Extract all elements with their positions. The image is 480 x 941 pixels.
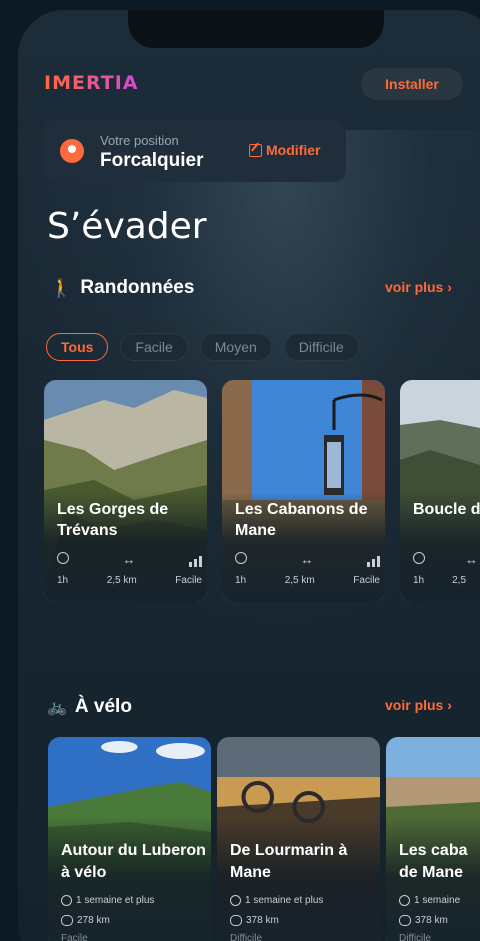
clock-icon <box>57 552 69 564</box>
bike-card-title: De Lourmarin à Mane <box>230 842 348 881</box>
bikes-see-more-link[interactable]: voir plus › <box>385 697 452 713</box>
page-title: S’évader <box>47 206 207 247</box>
bike-distance: 278 km <box>61 915 110 926</box>
hikes-title: Randonnées <box>80 277 195 298</box>
bike-distance-text: 278 km <box>77 915 110 926</box>
bike-difficulty-text: Difficile <box>230 933 263 941</box>
hike-duration: 1h <box>57 575 69 586</box>
bike-duration-text: 1 semaine et plus <box>76 895 155 906</box>
route-icon <box>399 915 411 926</box>
hike-card[interactable]: Boucle d Mane à ↔ 1h 2,5 <box>400 380 480 602</box>
route-icon <box>61 915 73 926</box>
filter-difficile[interactable]: Difficile <box>283 333 359 361</box>
hike-distance: 2,5 km <box>106 575 137 586</box>
difficulty-icon <box>367 552 380 567</box>
hike-card-title: Les Gorges de Trévans <box>57 501 169 539</box>
clock-icon <box>399 895 410 906</box>
bike-duration: 1 semaine <box>399 895 460 906</box>
bike-icon: 🚲 <box>47 699 67 716</box>
location-pin-icon <box>60 139 84 163</box>
hike-card-title: Boucle d Mane à <box>413 501 480 518</box>
bike-card-title: Autour du Luberon à vélo <box>61 842 206 881</box>
hike-card[interactable]: Les Gorges de Trévans ↔ 1h 2,5 km Facile <box>44 380 207 602</box>
clock-icon <box>61 895 72 906</box>
bike-difficulty: Facile <box>61 933 88 941</box>
bike-duration: 1 semaine et plus <box>230 895 323 906</box>
hike-card-icons: ↔ <box>57 552 202 567</box>
clock-icon <box>230 895 241 906</box>
app-logo[interactable]: IMERTIA <box>44 72 138 94</box>
bike-distance-text: 378 km <box>246 915 279 926</box>
route-icon <box>230 915 242 926</box>
bike-card[interactable]: Autour du Luberon à vélo 1 semaine et pl… <box>48 737 211 941</box>
hike-distance: 2,5 <box>452 575 467 586</box>
location-label: Votre position <box>100 133 179 148</box>
bike-difficulty-text: Facile <box>61 933 88 941</box>
hike-duration: 1h <box>413 575 425 586</box>
bike-difficulty: Difficile <box>230 933 262 941</box>
hike-card-meta: 1h 2,5 km Facile <box>235 575 380 586</box>
hike-card-icons: ↔ <box>413 552 480 567</box>
filter-moyen[interactable]: Moyen <box>199 333 272 361</box>
bike-card-title: Les caba de Mane <box>399 842 468 881</box>
hiker-icon: 🚶 <box>50 277 73 298</box>
bikes-section-title: 🚲 À vélo <box>47 696 132 718</box>
bike-difficulty-text: Difficile <box>399 933 432 941</box>
difficulty-icon <box>189 552 202 567</box>
install-button[interactable]: Installer <box>361 68 463 100</box>
location-city: Forcalquier <box>100 150 204 171</box>
hike-card-meta: 1h 2,5 <box>413 575 480 586</box>
clock-icon <box>413 552 425 564</box>
bikes-title: À vélo <box>74 696 132 717</box>
filter-facile[interactable]: Facile <box>120 333 188 361</box>
difficulty-filters: Tous Facile Moyen Difficile <box>46 333 359 361</box>
bike-distance: 378 km <box>399 915 448 926</box>
hike-difficulty: Facile <box>175 575 202 586</box>
bike-distance: 378 km <box>230 915 279 926</box>
filter-tous[interactable]: Tous <box>46 333 109 361</box>
bike-card[interactable]: Les caba de Mane 1 semaine 378 km Diffic… <box>386 737 480 941</box>
clock-icon <box>235 552 247 564</box>
bike-duration: 1 semaine et plus <box>61 895 154 906</box>
hikes-see-more-link[interactable]: voir plus › <box>385 279 452 295</box>
bike-difficulty: Difficile <box>399 933 431 941</box>
hike-difficulty: Facile <box>353 575 380 586</box>
hike-duration: 1h <box>235 575 247 586</box>
bike-card[interactable]: De Lourmarin à Mane 1 semaine et plus 37… <box>217 737 380 941</box>
bike-duration-text: 1 semaine <box>414 895 461 906</box>
bike-distance-text: 378 km <box>415 915 448 926</box>
hike-card[interactable]: Les Cabanons de Mane ↔ 1h 2,5 km Facile <box>222 380 385 602</box>
hike-card-icons: ↔ <box>235 552 380 567</box>
edit-location-button[interactable]: Modifier <box>249 142 320 158</box>
hike-distance: 2,5 km <box>284 575 315 586</box>
edit-icon <box>249 143 262 157</box>
hike-card-meta: 1h 2,5 km Facile <box>57 575 202 586</box>
device-notch <box>128 10 384 48</box>
hikes-section-title: 🚶 Randonnées <box>50 277 194 299</box>
bike-duration-text: 1 semaine et plus <box>245 895 324 906</box>
distance-icon: ↔ <box>122 552 136 567</box>
hike-card-title: Les Cabanons de Mane <box>235 501 368 539</box>
edit-location-label: Modifier <box>266 142 321 158</box>
distance-icon: ↔ <box>300 552 314 567</box>
distance-icon: ↔ <box>465 552 478 567</box>
